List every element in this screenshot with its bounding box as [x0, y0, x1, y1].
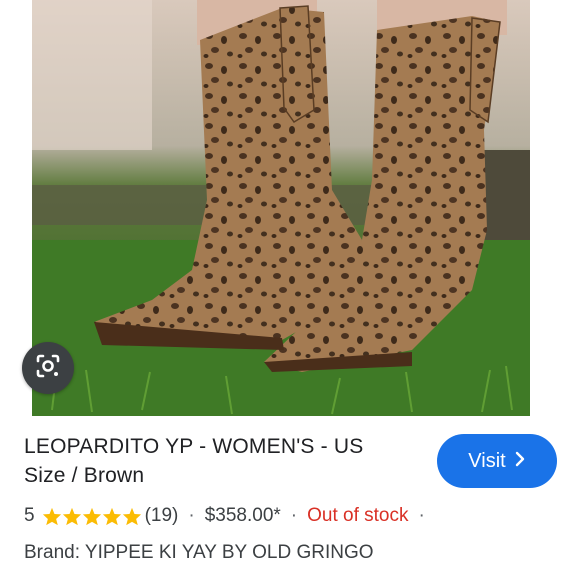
stock-status: Out of stock — [307, 505, 409, 526]
separator-dot: · — [418, 505, 425, 526]
lens-icon — [34, 352, 62, 385]
star-rating — [42, 507, 142, 526]
product-title-line-2: Size / Brown — [24, 464, 145, 487]
star-icon — [102, 507, 121, 525]
star-icon — [122, 507, 141, 525]
product-image[interactable] — [32, 0, 530, 416]
separator-dot: · — [290, 505, 298, 526]
product-title-line-1: LEOPARDITO YP - WOMEN'S - US — [24, 435, 364, 458]
review-count[interactable]: (19) — [145, 505, 179, 527]
chevron-right-icon — [514, 450, 526, 473]
visit-button[interactable]: Visit — [437, 434, 557, 488]
rating-value: 5 — [24, 505, 35, 526]
separator-dot: · — [188, 505, 195, 526]
star-icon — [42, 507, 61, 525]
brand-row: Brand: YIPPEE KI YAY BY OLD GRINGO — [24, 542, 374, 564]
product-title[interactable]: LEOPARDITO YP - WOMEN'S - US Size / Brow… — [24, 432, 424, 490]
star-icon — [82, 507, 101, 525]
star-icon — [62, 507, 81, 525]
google-lens-button[interactable] — [22, 342, 74, 394]
price: $358.00* — [204, 505, 281, 526]
product-meta-row: 5 (19) · $358.00* · Out of stock · — [24, 502, 435, 530]
visit-label: Visit — [468, 449, 506, 472]
brand-label: Brand: — [24, 542, 80, 563]
brand-name: YIPPEE KI YAY BY OLD GRINGO — [84, 542, 374, 563]
